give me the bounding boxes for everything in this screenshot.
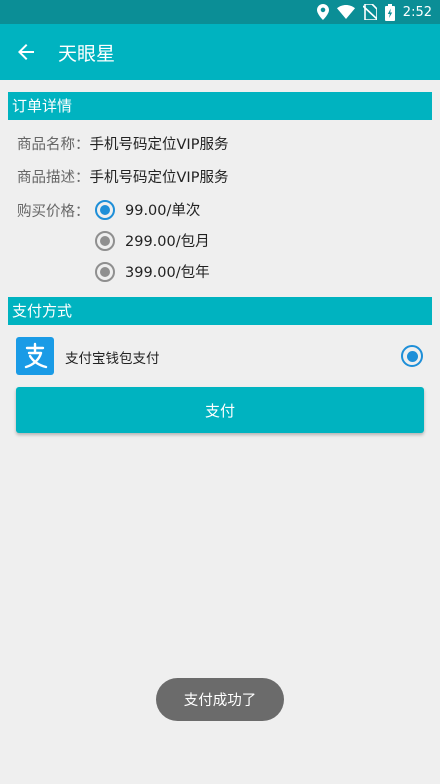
- price-option-label: 99.00/单次: [125, 203, 201, 219]
- back-button[interactable]: [14, 40, 38, 64]
- radio-unselected-icon: [95, 261, 115, 282]
- product-desc-value: 手机号码定位VIP服务: [89, 170, 229, 186]
- wifi-icon: [336, 5, 355, 19]
- product-desc-row: 商品描述： 手机号码定位VIP服务: [17, 166, 228, 187]
- app-bar: 天眼星: [0, 24, 440, 80]
- page-title: 天眼星: [58, 43, 116, 65]
- alipay-option[interactable]: 支付宝钱包支付: [0, 333, 440, 379]
- status-time: 2:52: [402, 4, 432, 20]
- radio-selected-icon[interactable]: [401, 345, 423, 367]
- product-name-value: 手机号码定位VIP服务: [89, 137, 229, 153]
- status-icons: 2:52: [316, 3, 432, 21]
- success-toast: 支付成功了: [156, 678, 284, 721]
- no-sim-icon: [362, 4, 377, 20]
- battery-icon: [384, 3, 395, 21]
- price-label: 购买价格：: [17, 204, 90, 220]
- product-desc-label: 商品描述：: [17, 170, 90, 186]
- product-name-row: 商品名称： 手机号码定位VIP服务: [17, 133, 228, 154]
- radio-unselected-icon: [95, 230, 115, 251]
- location-icon: [316, 4, 329, 20]
- price-option-label: 299.00/包月: [125, 234, 210, 250]
- status-bar: 2:52: [0, 0, 440, 24]
- arrow-left-icon: [18, 44, 34, 60]
- product-name-label: 商品名称：: [17, 137, 90, 153]
- price-option-single[interactable]: 99.00/单次: [95, 199, 200, 220]
- alipay-label: 支付宝钱包支付: [65, 351, 160, 367]
- price-label-row: 购买价格：: [17, 200, 90, 221]
- pay-button[interactable]: 支付: [16, 387, 424, 433]
- order-details-header: 订单详情: [8, 92, 432, 120]
- payment-method-header: 支付方式: [8, 297, 432, 325]
- price-option-monthly[interactable]: 299.00/包月: [95, 230, 210, 251]
- radio-selected-icon: [95, 199, 115, 220]
- price-option-label: 399.00/包年: [125, 265, 210, 281]
- alipay-icon: [16, 337, 54, 375]
- price-option-yearly[interactable]: 399.00/包年: [95, 261, 210, 282]
